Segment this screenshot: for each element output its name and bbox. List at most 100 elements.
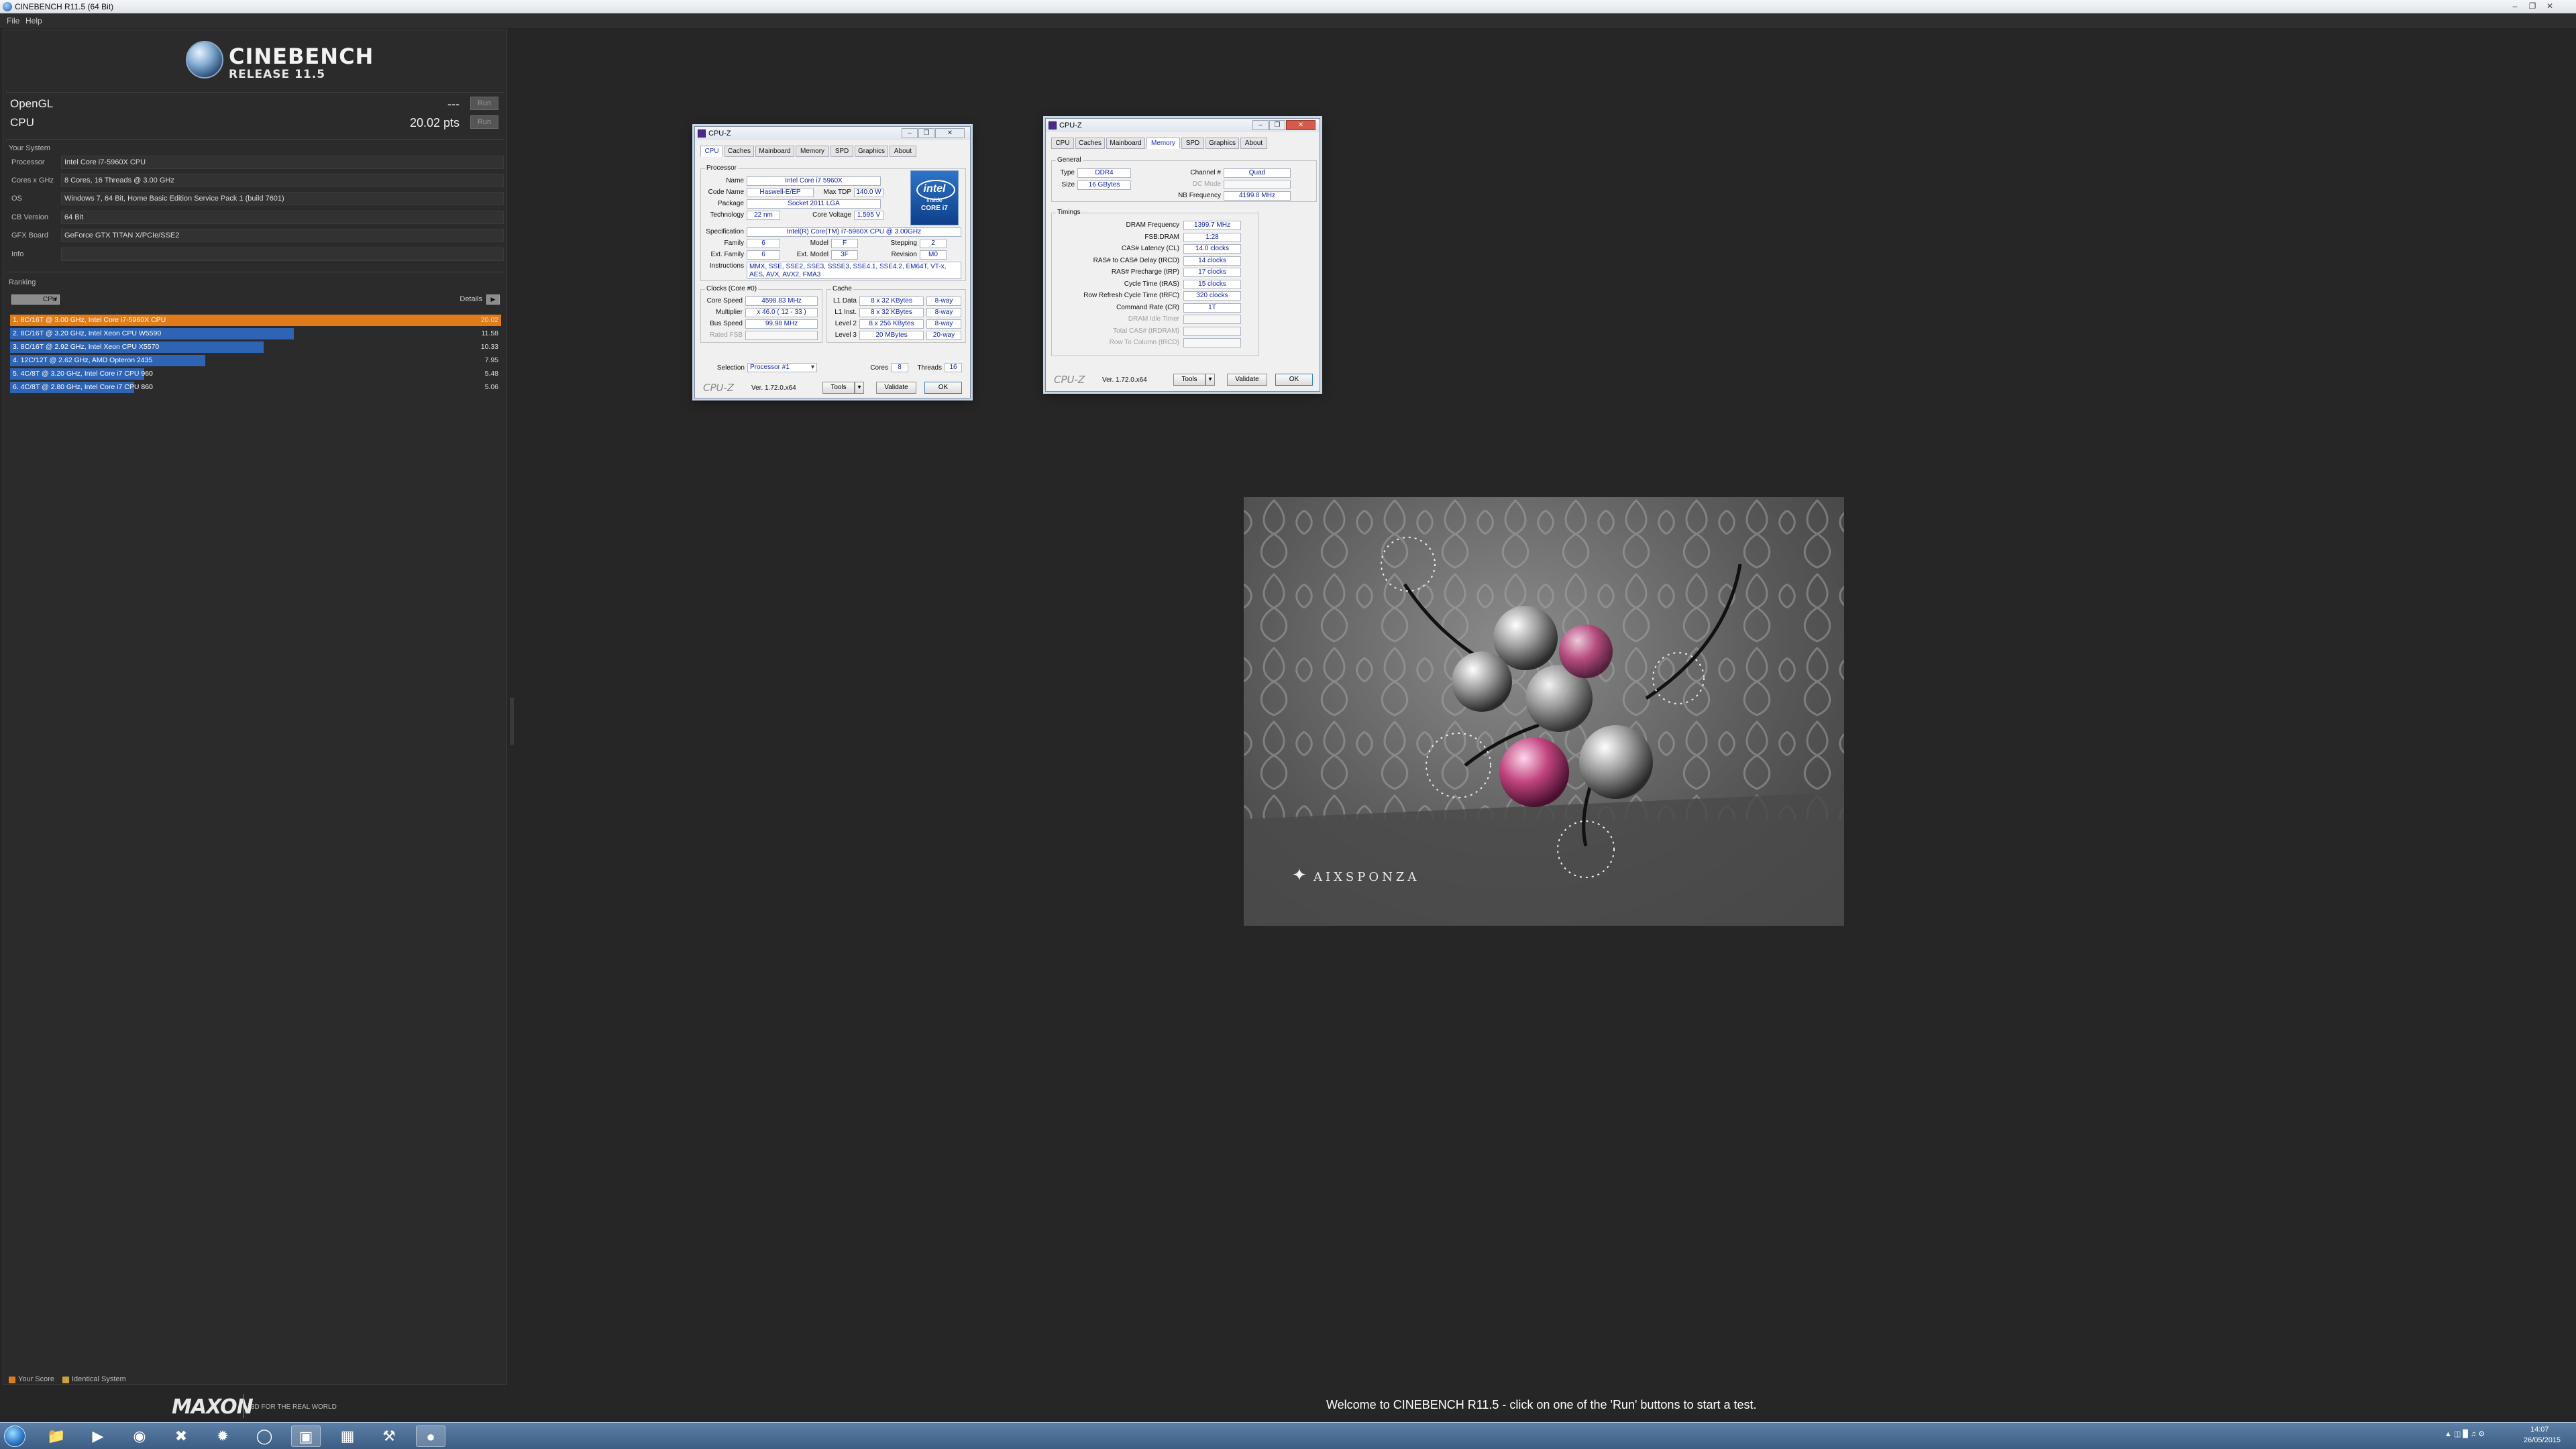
cpuz-taskbar-icon[interactable]: ▣ [291,1426,321,1447]
bus-speed-value: 99.98 MHz [745,319,818,329]
cpuz-app-icon [1049,121,1057,129]
tab-about[interactable]: About [1240,138,1267,149]
channel-label: Channel # [1190,169,1221,176]
nb-frequency-value: 4199.8 MHz [1224,191,1291,201]
timing-label: RAS# to CAS# Delay (tRCD) [1093,256,1179,264]
cinebench-left-panel: CINEBENCH RELEASE 11.5 OpenGL --- Run CP… [3,30,507,1385]
ranking-dropdown[interactable]: CPU ▾ [11,294,60,305]
multiplier-value: x 46.0 ( 12 - 33 ) [745,308,818,317]
ok-button[interactable]: OK [924,382,962,394]
maxon-logo: MAXON [172,1395,254,1419]
bench-row-opengl: OpenGL --- Run [10,96,500,112]
name-label: Name [726,177,744,184]
bench-name: OpenGL [10,97,54,110]
ranking-entry[interactable]: 2. 8C/16T @ 3.20 GHz, Intel Xeon CPU W55… [10,328,501,339]
tool-x-icon[interactable]: ✖ [166,1426,196,1447]
tab-cpu[interactable]: CPU [700,146,723,157]
tab-about[interactable]: About [890,146,916,157]
timing-value: 14 clocks [1183,256,1241,266]
taskbar: 📁 ▶ ◉ ✖ ✹ ◯ ▣ ▦ ⚒ ● ▲ ◫ ▉ ♫ ⚙ 14:07 26/0… [0,1422,2576,1449]
cpuz-title-bar: CPU-Z – ❐ ✕ [695,127,970,140]
cores-label: Cores [870,364,888,372]
monitor-app-icon[interactable]: ▦ [333,1426,362,1447]
system-key: Cores x GHz [11,176,54,184]
maximize-button[interactable]: ❐ [918,128,934,138]
tab-spd[interactable]: SPD [1181,138,1204,149]
ranking-entry[interactable]: 3. 8C/16T @ 2.92 GHz, Intel Xeon CPU X55… [10,341,501,353]
tools-button[interactable]: Tools [822,382,855,394]
ranking-entry[interactable]: 4. 12C/12T @ 2.62 GHz, AMD Opteron 2435 7… [10,355,501,366]
threads-value: 16 [945,363,962,372]
media-player-icon[interactable]: ▶ [83,1426,113,1447]
tab-mainboard[interactable]: Mainboard [1106,138,1145,149]
tab-memory[interactable]: Memory [796,146,829,157]
menu-file[interactable]: File [7,13,19,28]
panel-splitter[interactable] [510,698,514,745]
your-system-title: Your System [9,144,50,152]
selection-dropdown[interactable]: Processor #1 ▾ [747,363,817,372]
tools-button[interactable]: Tools [1173,374,1205,386]
l1-data-assoc: 8-way [926,297,961,306]
tab-cpu[interactable]: CPU [1051,138,1074,149]
close-button[interactable]: ✕ [1286,120,1316,130]
family-label: Family [724,239,744,247]
firefox-icon[interactable]: ◉ [125,1426,154,1447]
start-button[interactable] [4,1426,25,1447]
explorer-icon[interactable]: 📁 [42,1426,71,1447]
logo-title: CINEBENCH [229,44,374,69]
maximize-button[interactable]: ❐ [1269,120,1285,130]
cpuz-version: Ver. 1.72.0.x64 [1102,376,1147,384]
tab-caches[interactable]: Caches [1075,138,1105,149]
technology-label: Technology [710,211,744,219]
ok-button[interactable]: OK [1275,374,1313,386]
l1-inst-value: 8 x 32 KBytes [859,308,924,317]
group-label: Clocks (Core #0) [705,285,759,292]
level3-assoc: 20-way [926,331,961,340]
timing-label: FSB:DRAM [1144,233,1179,241]
tab-memory[interactable]: Memory [1146,138,1180,149]
divider [6,92,504,93]
tab-graphics[interactable]: Graphics [1205,138,1239,149]
ranking-score: 10.33 [480,343,498,351]
clock-time[interactable]: 14:07 [2530,1426,2549,1434]
cache-group: Cache L1 Data 8 x 32 KBytes 8-way L1 Ins… [826,285,966,343]
details-toggle-button[interactable]: ▶ [486,294,500,305]
legend-your-score: Your Score [18,1375,55,1383]
size-label: Size [1061,181,1075,189]
tab-caches[interactable]: Caches [724,146,754,157]
cinebench-taskbar-icon[interactable]: ● [416,1426,445,1447]
minimize-button[interactable]: – [902,128,918,138]
validate-button[interactable]: Validate [1227,374,1267,386]
run-opengl-button[interactable]: Run [470,97,498,110]
minimize-button[interactable]: – [2508,1,2522,11]
app-icon[interactable]: ✹ [208,1426,237,1447]
system-value: Windows 7, 64 Bit, Home Basic Edition Se… [61,192,504,205]
tab-spd[interactable]: SPD [830,146,853,157]
tools-dropdown[interactable]: ▾ [855,382,864,394]
ranking-header: CPU ▾ Details ▶ [9,293,502,307]
run-cpu-button[interactable]: Run [470,115,498,129]
bench-score: 20.02 pts [409,116,460,129]
minimize-button[interactable]: – [1252,120,1269,130]
menu-help[interactable]: Help [25,13,42,28]
render-preview: ✦ AIXSPONZA [1244,497,1844,926]
tab-mainboard[interactable]: Mainboard [755,146,794,157]
ranking-entry[interactable]: 1. 8C/16T @ 3.00 GHz, Intel Core i7-5960… [10,315,501,326]
cpuz-cpu-window: CPU-Z – ❐ ✕ CPU Caches Mainboard Memory … [694,126,971,398]
ranking-entry[interactable]: 6. 4C/8T @ 2.80 GHz, Intel Core i7 CPU 8… [10,382,501,393]
tools-dropdown[interactable]: ▾ [1205,374,1215,386]
info-field[interactable] [61,248,504,261]
maximize-button[interactable]: ❐ [2525,1,2540,11]
close-button[interactable]: ✕ [935,128,965,138]
tab-graphics[interactable]: Graphics [855,146,888,157]
tools-app-icon[interactable]: ⚒ [374,1426,404,1447]
tray-icons[interactable]: ▲ ◫ ▉ ♫ ⚙ [2445,1430,2485,1438]
intel-core-i7-logo: intel inside CORE i7 [910,170,959,225]
window-title: CINEBENCH R11.5 (64 Bit) [15,2,114,11]
validate-button[interactable]: Validate [876,382,916,394]
ranking-label: 3. 8C/16T @ 2.92 GHz, Intel Xeon CPU X55… [13,343,160,351]
ranking-entry[interactable]: 5. 4C/8T @ 3.20 GHz, Intel Core i7 CPU 9… [10,368,501,380]
steam-icon[interactable]: ◯ [250,1426,279,1447]
close-button[interactable]: ✕ [2542,1,2557,11]
clock-date[interactable]: 26/05/2015 [2524,1436,2561,1444]
